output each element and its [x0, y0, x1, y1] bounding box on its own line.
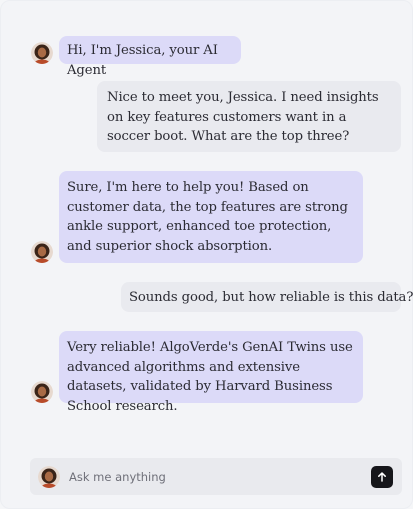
agent-message-bubble: Hi, I'm Jessica, your AI Agent [59, 36, 241, 78]
user-message-bubble: Nice to meet you, Jessica. I need insigh… [97, 81, 401, 152]
message-row-agent: Sure, I'm here to help you! Based on cus… [31, 171, 363, 263]
message-row-user: Nice to meet you, Jessica. I need insigh… [97, 81, 401, 152]
message-row-user: Sounds good, but how reliable is this da… [121, 282, 413, 312]
agent-message-bubble: Very reliable! AlgoVerde's GenAI Twins u… [59, 331, 363, 414]
send-button[interactable] [371, 465, 393, 488]
agent-avatar-icon [38, 465, 60, 488]
chat-input-bar[interactable]: Ask me anything [30, 458, 402, 495]
arrow-up-icon [378, 471, 386, 482]
agent-avatar-icon [31, 241, 53, 263]
message-row-agent: Very reliable! AlgoVerde's GenAI Twins u… [31, 331, 363, 414]
agent-avatar-icon [31, 381, 53, 403]
agent-avatar-icon [31, 42, 53, 64]
message-row-agent: Hi, I'm Jessica, your AI Agent [31, 36, 241, 78]
chat-window: Hi, I'm Jessica, your AI Agent Nice to m… [0, 0, 413, 509]
agent-message-bubble: Sure, I'm here to help you! Based on cus… [59, 171, 363, 263]
chat-input-placeholder[interactable]: Ask me anything [69, 470, 371, 484]
user-message-bubble: Sounds good, but how reliable is this da… [121, 282, 413, 312]
